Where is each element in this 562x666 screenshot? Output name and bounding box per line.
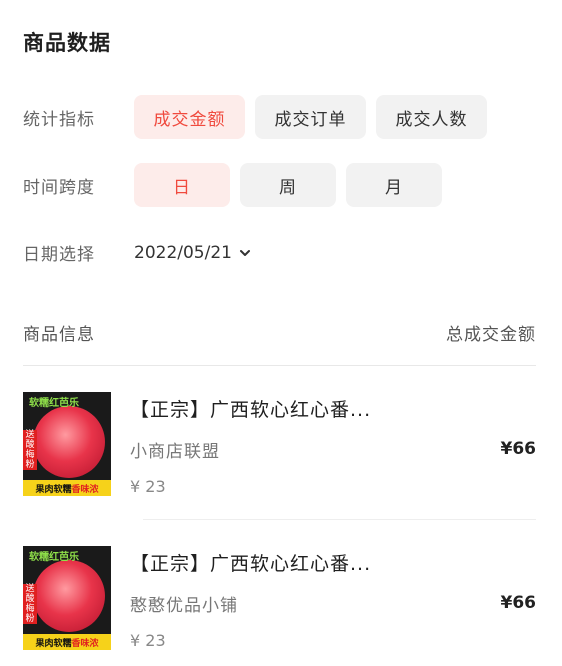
metric-option-orders[interactable]: 成交订单 xyxy=(255,95,366,139)
column-header-product: 商品信息 xyxy=(23,325,95,345)
shop-name: 小商店联盟 xyxy=(130,442,220,462)
span-option-month[interactable]: 月 xyxy=(346,163,442,207)
total-amount: ¥66 xyxy=(500,593,537,613)
thumb-top-text: 软糯红芭乐 xyxy=(29,552,79,563)
metric-label: 统计指标 xyxy=(23,109,95,130)
chevron-down-icon xyxy=(239,249,250,256)
thumb-bottom-highlight: 香味浓 xyxy=(71,484,99,495)
product-thumbnail[interactable]: 软糯红芭乐 送酸梅粉 果肉软糯 香味浓 xyxy=(23,546,111,650)
guava-image xyxy=(33,560,105,632)
date-filter-row: 日期选择 2022/05/21 xyxy=(23,240,252,265)
date-value: 2022/05/21 xyxy=(134,242,232,263)
thumb-bottom-bar: 果肉软糯 香味浓 xyxy=(23,480,111,496)
product-row[interactable]: 软糯红芭乐 送酸梅粉 果肉软糯 香味浓 【正宗】广西软心红心番... 小商店联盟 … xyxy=(23,391,536,501)
span-label: 时间跨度 xyxy=(23,177,95,198)
metric-option-buyers[interactable]: 成交人数 xyxy=(376,95,487,139)
total-amount: ¥66 xyxy=(500,439,537,459)
thumb-bottom-highlight: 香味浓 xyxy=(71,638,99,649)
metric-filter-row: 统计指标 成交金额 成交订单 成交人数 xyxy=(23,95,497,139)
product-thumbnail[interactable]: 软糯红芭乐 送酸梅粉 果肉软糯 香味浓 xyxy=(23,392,111,496)
product-title[interactable]: 【正宗】广西软心红心番... xyxy=(130,549,400,576)
date-label: 日期选择 xyxy=(23,245,95,265)
span-option-week[interactable]: 周 xyxy=(240,163,336,207)
product-row[interactable]: 软糯红芭乐 送酸梅粉 果肉软糯 香味浓 【正宗】广西软心红心番... 憨憨优品小铺… xyxy=(23,545,536,655)
metric-option-amount[interactable]: 成交金额 xyxy=(134,95,245,139)
thumb-top-text: 软糯红芭乐 xyxy=(29,398,79,409)
span-filter-row: 时间跨度 日 周 月 xyxy=(23,163,452,207)
product-price: ¥ 23 xyxy=(130,631,166,650)
table-header: 商品信息 总成交金额 xyxy=(23,320,536,345)
page-title: 商品数据 xyxy=(23,31,111,55)
header-divider xyxy=(23,365,536,366)
thumb-bottom-text: 果肉软糯 xyxy=(35,484,72,495)
thumb-side-tag: 送酸梅粉 xyxy=(23,430,37,470)
thumb-side-tag: 送酸梅粉 xyxy=(23,584,37,624)
thumb-bottom-bar: 果肉软糯 香味浓 xyxy=(23,634,111,650)
span-option-day[interactable]: 日 xyxy=(134,163,230,207)
product-title[interactable]: 【正宗】广西软心红心番... xyxy=(130,395,400,422)
column-header-amount: 总成交金额 xyxy=(446,325,536,345)
shop-name: 憨憨优品小铺 xyxy=(130,596,238,616)
row-divider xyxy=(143,519,536,520)
thumb-bottom-text: 果肉软糯 xyxy=(35,638,72,649)
product-price: ¥ 23 xyxy=(130,477,166,496)
date-picker[interactable]: 2022/05/21 xyxy=(134,243,252,263)
guava-image xyxy=(33,406,105,478)
